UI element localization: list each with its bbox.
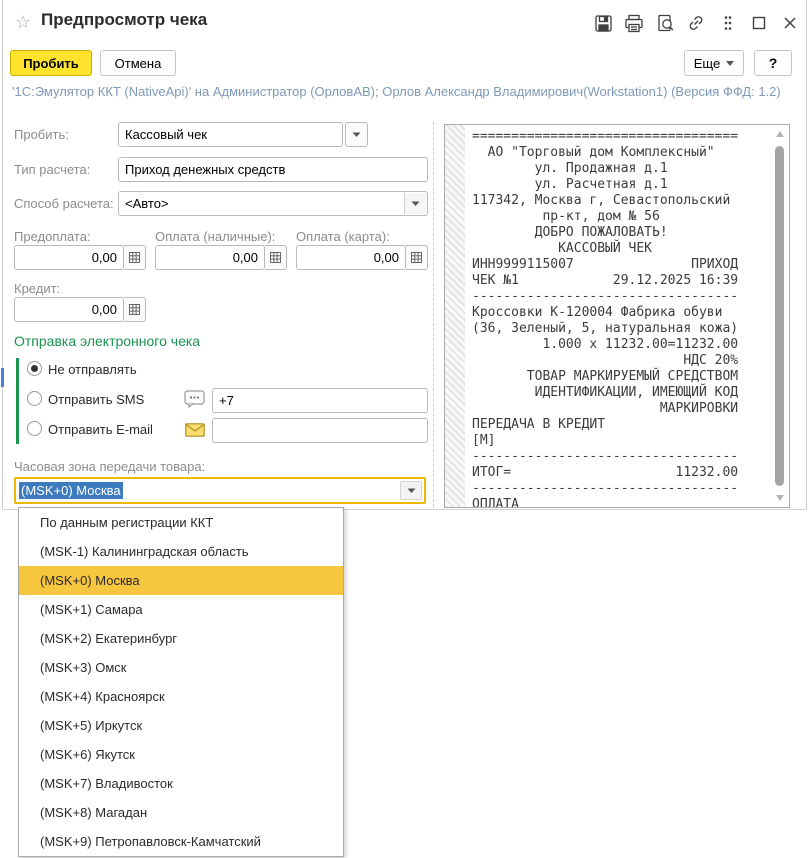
timezone-option-msk-minus1[interactable]: (MSK-1) Калининградская область	[19, 537, 343, 566]
close-icon[interactable]	[779, 12, 801, 34]
radio-dont-send[interactable]	[27, 361, 42, 376]
card-label: Оплата (карта):	[296, 229, 390, 244]
cancel-button[interactable]: Отмена	[100, 50, 176, 76]
timezone-option-msk-2[interactable]: (MSK+2) Екатеринбург	[19, 624, 343, 653]
help-button[interactable]: ?	[754, 50, 792, 76]
calculator-icon	[129, 304, 140, 315]
payment-type-label: Тип расчета:	[14, 162, 91, 177]
payment-method-label: Способ расчета:	[14, 196, 114, 211]
window-border-right	[806, 0, 807, 509]
card-value: 0,00	[373, 250, 399, 265]
credit-calculator-button[interactable]	[124, 297, 146, 322]
scroll-up-icon[interactable]	[776, 131, 784, 137]
payment-method-dropdown-button[interactable]	[404, 193, 426, 214]
prepayment-field[interactable]: 0,00	[14, 245, 124, 270]
payment-method-value: <Авто>	[125, 196, 169, 211]
device-info-text: '1С:Эмулятор ККТ (NativeApi)' на Админис…	[12, 84, 781, 99]
timezone-option-msk-6[interactable]: (MSK+6) Якутск	[19, 740, 343, 769]
payment-type-field[interactable]: Приход денежных средств	[118, 157, 428, 182]
radio-send-sms-label: Отправить SMS	[48, 392, 145, 407]
timezone-option-msk-1[interactable]: (MSK+1) Самара	[19, 595, 343, 624]
calculator-icon	[411, 252, 422, 263]
radio-send-sms[interactable]	[27, 391, 42, 406]
probit-label: Пробить:	[14, 127, 69, 142]
email-envelope-icon[interactable]	[185, 423, 205, 442]
receipt-paper-edge	[445, 125, 465, 507]
payment-method-field[interactable]: <Авто>	[118, 191, 428, 216]
probit-dropdown-button[interactable]	[345, 122, 368, 147]
sms-phone-value: +7	[219, 393, 234, 408]
scrollbar-thumb[interactable]	[775, 146, 784, 486]
sms-phone-field[interactable]: +7	[212, 388, 428, 413]
cancel-button-label: Отмена	[114, 55, 162, 71]
radio-send-email[interactable]	[27, 421, 42, 436]
commit-button-label: Пробить	[23, 55, 79, 71]
timezone-label: Часовая зона передачи товара:	[14, 459, 206, 474]
cash-field[interactable]: 0,00	[155, 245, 265, 270]
timezone-dropdown-list: По данным регистрации ККТ (MSK-1) Калини…	[18, 507, 344, 857]
more-actions-label: Еще	[693, 55, 721, 71]
timezone-selected-value: (MSK+0) Москва	[19, 482, 123, 499]
probit-value: Кассовый чек	[125, 127, 207, 142]
section-group-bar	[16, 358, 19, 444]
help-button-label: ?	[768, 55, 778, 71]
timezone-option-msk-8[interactable]: (MSK+8) Магадан	[19, 798, 343, 827]
timezone-option-msk-7[interactable]: (MSK+7) Владивосток	[19, 769, 343, 798]
save-icon[interactable]	[592, 12, 614, 34]
app-window: ☆ Предпросмотр чека Пробить Отмена Еще ?…	[0, 0, 812, 858]
chevron-down-icon	[352, 132, 361, 137]
print-preview-icon[interactable]	[654, 12, 676, 34]
radio-send-email-label: Отправить E-mail	[48, 422, 153, 437]
radio-dont-send-label: Не отправлять	[48, 362, 137, 377]
cash-value: 0,00	[232, 250, 258, 265]
window-scroll-marker	[1, 368, 4, 387]
timezone-option-msk-4[interactable]: (MSK+4) Красноярск	[19, 682, 343, 711]
timezone-combobox[interactable]: (MSK+0) Москва	[14, 477, 426, 504]
timezone-option-registration[interactable]: По данным регистрации ККТ	[19, 508, 343, 537]
favorite-star-icon[interactable]: ☆	[13, 12, 33, 32]
sms-bubble-icon[interactable]	[184, 390, 205, 413]
payment-type-value: Приход денежных средств	[125, 162, 286, 177]
receipt-scrollbar[interactable]	[773, 125, 788, 507]
credit-field[interactable]: 0,00	[14, 297, 124, 322]
timezone-option-msk-9[interactable]: (MSK+9) Петропавловск-Камчатский	[19, 827, 343, 856]
timezone-option-msk-0[interactable]: (MSK+0) Москва	[19, 566, 343, 595]
more-actions-button[interactable]: Еще	[684, 50, 744, 76]
print-icon[interactable]	[623, 12, 645, 34]
timezone-option-msk-3[interactable]: (MSK+3) Омск	[19, 653, 343, 682]
calculator-icon	[270, 252, 281, 263]
receipt-preview-panel: ================================== АО "Т…	[444, 124, 790, 508]
chevron-down-icon	[407, 488, 415, 493]
prepayment-label: Предоплата:	[14, 229, 91, 244]
card-field[interactable]: 0,00	[296, 245, 406, 270]
probit-field[interactable]: Кассовый чек	[118, 122, 343, 147]
title-bar: ☆ Предпросмотр чека	[3, 0, 806, 45]
maximize-icon[interactable]	[748, 12, 770, 34]
form-splitter[interactable]	[433, 122, 434, 507]
timezone-option-msk-5[interactable]: (MSK+5) Иркутск	[19, 711, 343, 740]
electronic-receipt-section-title: Отправка электронного чека	[14, 333, 201, 349]
credit-label: Кредит:	[14, 281, 61, 296]
timezone-dropdown-button[interactable]	[400, 481, 422, 500]
email-field[interactable]	[212, 418, 428, 443]
link-icon[interactable]	[685, 12, 707, 34]
chevron-down-icon	[726, 60, 735, 66]
card-calculator-button[interactable]	[406, 245, 428, 270]
credit-value: 0,00	[91, 302, 117, 317]
prepayment-value: 0,00	[91, 250, 117, 265]
cash-calculator-button[interactable]	[265, 245, 287, 270]
window-border-left	[2, 0, 3, 509]
commit-button[interactable]: Пробить	[10, 50, 92, 76]
window-title: Предпросмотр чека	[41, 10, 208, 29]
scroll-down-icon[interactable]	[776, 495, 784, 501]
cash-label: Оплата (наличные):	[155, 229, 276, 244]
more-icon[interactable]	[717, 12, 739, 34]
chevron-down-icon	[411, 201, 420, 206]
receipt-text: ================================== АО "Т…	[472, 129, 739, 508]
prepayment-calculator-button[interactable]	[124, 245, 146, 270]
calculator-icon	[129, 252, 140, 263]
